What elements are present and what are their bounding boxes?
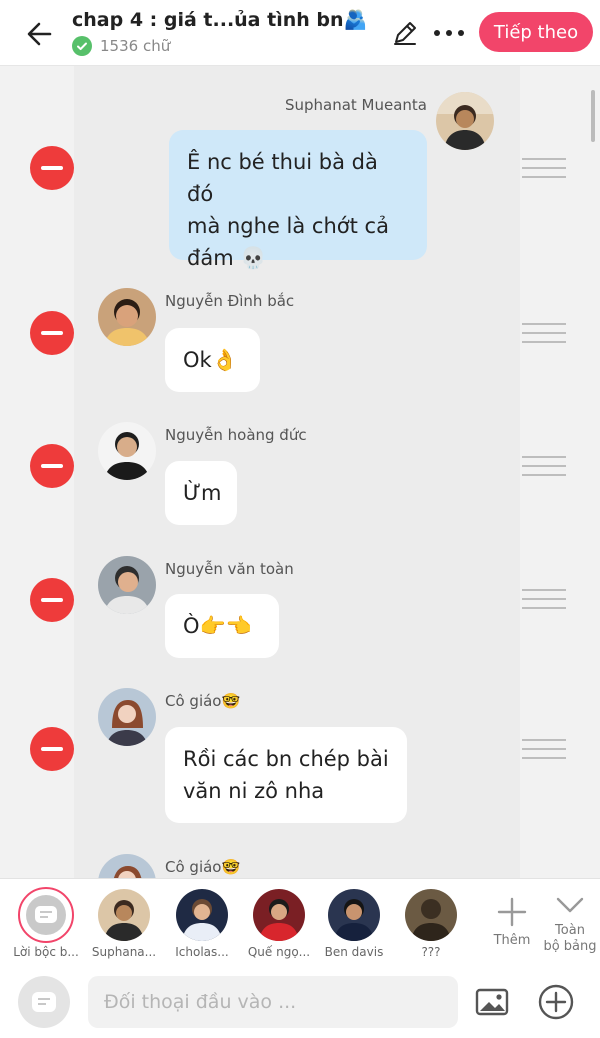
chat-area[interactable]: Suphanat Mueanta Ê nc bé thui bà dà đó m…	[0, 66, 600, 878]
character-item[interactable]: Icholas...	[164, 887, 240, 959]
avatar	[253, 889, 305, 941]
delete-message-icon[interactable]	[30, 444, 74, 488]
edit-pen-icon[interactable]	[390, 18, 420, 48]
character-label: Icholas...	[175, 945, 229, 959]
check-icon	[72, 36, 92, 56]
word-count: 1536 chữ	[72, 36, 170, 56]
back-arrow-icon[interactable]	[22, 16, 58, 52]
avatar	[176, 889, 228, 941]
avatar	[405, 889, 457, 941]
character-label: Suphana...	[91, 945, 157, 959]
character-label: Ben davis	[324, 945, 384, 959]
character-item[interactable]: Suphana...	[86, 887, 162, 959]
avatar[interactable]	[98, 422, 156, 480]
avatar[interactable]	[98, 556, 156, 614]
show-all-button[interactable]: Toàn bộ bảng	[542, 893, 598, 959]
more-options-icon[interactable]	[432, 20, 466, 46]
word-count-text: 1536 chữ	[100, 37, 171, 55]
drag-handle-icon[interactable]	[522, 456, 566, 478]
image-icon[interactable]	[472, 982, 512, 1022]
drag-handle-icon[interactable]	[522, 158, 566, 180]
narrator-icon	[18, 887, 74, 943]
avatar[interactable]	[98, 288, 156, 346]
sender-name: Nguyễn văn toàn	[165, 560, 294, 578]
avatar[interactable]	[98, 688, 156, 746]
delete-message-icon[interactable]	[30, 578, 74, 622]
sender-name: Suphanat Mueanta	[284, 96, 427, 114]
drag-handle-icon[interactable]	[522, 589, 566, 611]
next-button[interactable]: Tiếp theo	[479, 12, 593, 52]
show-all-label: Toàn bộ bảng	[543, 923, 597, 954]
dialogue-input[interactable]	[88, 976, 458, 1028]
top-bar: chap 4 : giá t...ủa tình bn🫂 1536 chữ Ti…	[0, 0, 600, 66]
sender-name: Nguyễn hoàng đức	[165, 426, 307, 444]
plus-icon	[497, 897, 527, 927]
message-bubble[interactable]: Ok👌	[165, 328, 260, 392]
chevron-down-icon	[556, 897, 584, 913]
character-narrator[interactable]: Lời bộc b...	[8, 887, 84, 959]
delete-message-icon[interactable]	[30, 727, 74, 771]
input-bar	[0, 960, 600, 1038]
add-character-label: Thêm	[493, 933, 531, 948]
chat-bubble-icon	[32, 992, 56, 1012]
character-item[interactable]: Quế ngọ...	[241, 887, 317, 959]
sender-name: Cô giáo🤓	[165, 858, 241, 876]
character-label: Quế ngọ...	[247, 945, 311, 959]
character-label: Lời bộc b...	[13, 945, 79, 959]
drag-handle-icon[interactable]	[522, 739, 566, 761]
delete-message-icon[interactable]	[30, 146, 74, 190]
add-circle-icon[interactable]	[536, 982, 576, 1022]
message-bubble[interactable]: Ừm	[165, 461, 237, 525]
narration-toggle-button[interactable]	[18, 976, 70, 1028]
character-item[interactable]: ???	[393, 887, 469, 959]
scrollbar[interactable]	[591, 90, 595, 142]
character-label: ???	[421, 945, 441, 959]
avatar	[98, 889, 150, 941]
message-bubble[interactable]: Ê nc bé thui bà dà đó mà nghe là chớt cả…	[169, 130, 427, 270]
avatar[interactable]	[436, 92, 494, 150]
chapter-title[interactable]: chap 4 : giá t...ủa tình bn🫂	[72, 8, 367, 31]
delete-message-icon[interactable]	[30, 311, 74, 355]
avatar	[328, 889, 380, 941]
sender-name: Cô giáo🤓	[165, 692, 241, 710]
sender-name: Nguyễn Đình bắc	[165, 292, 295, 310]
message-bubble[interactable]: Rồi các bn chép bài văn ni zô nha	[165, 727, 407, 823]
drag-handle-icon[interactable]	[522, 323, 566, 345]
add-character-button[interactable]: Thêm	[488, 895, 536, 955]
character-strip: Lời bộc b... Suphana... Icholas... Quế n…	[0, 878, 600, 960]
message-bubble[interactable]: Ò👉👈	[165, 594, 279, 658]
character-item[interactable]: Ben davis	[316, 887, 392, 959]
